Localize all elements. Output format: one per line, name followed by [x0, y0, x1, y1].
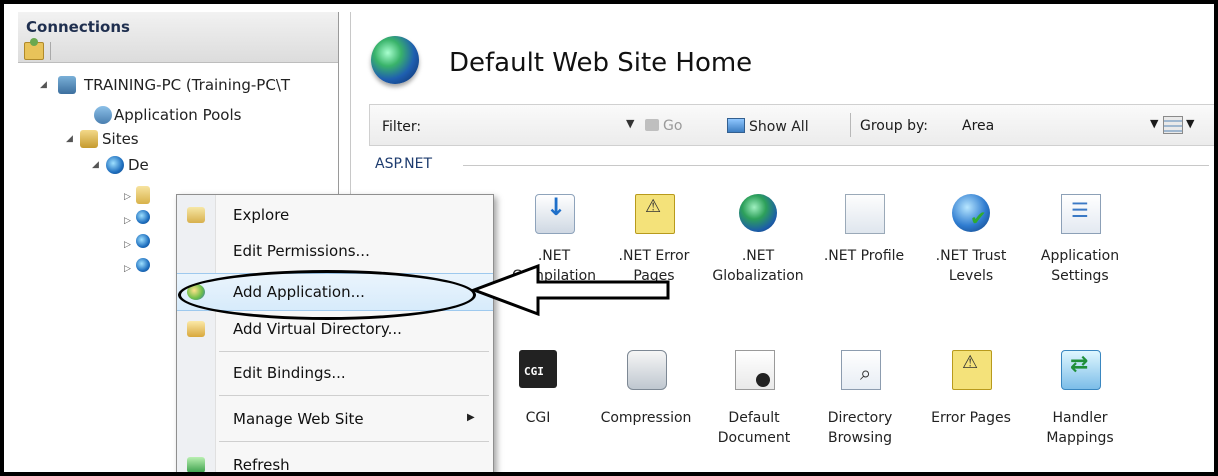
iis-manager-window: Connections ◢ TRAINING-PC (Training-PC\T… — [0, 0, 1218, 476]
annotation-arrow — [469, 263, 670, 317]
annotation-arrow-shape — [469, 263, 670, 317]
